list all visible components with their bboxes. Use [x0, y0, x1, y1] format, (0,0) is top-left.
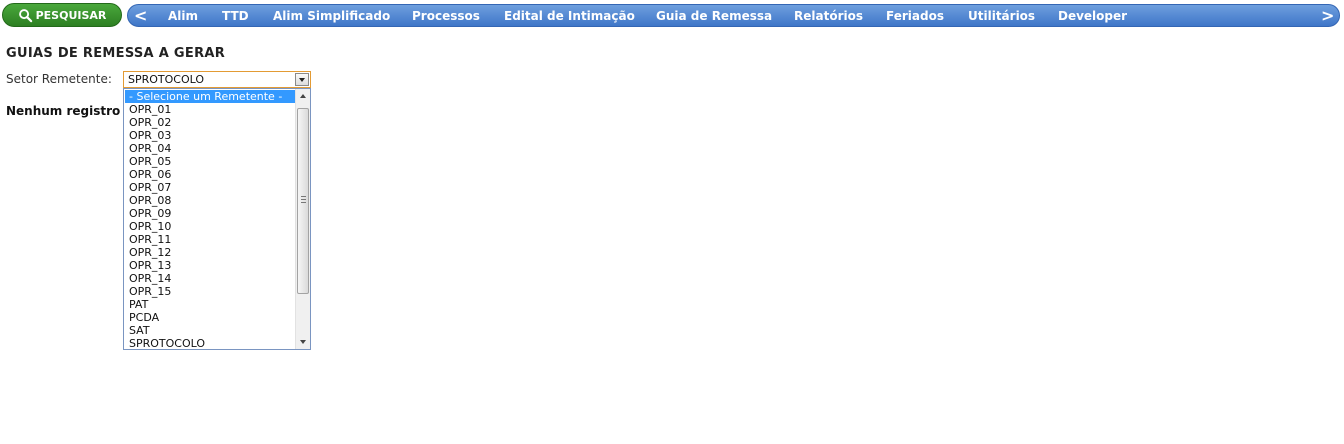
setor-remetente-label: Setor Remetente: [6, 72, 112, 86]
scrollbar-thumb[interactable] [297, 108, 309, 294]
dropdown-option[interactable]: OPR_11 [125, 233, 295, 246]
dropdown-option[interactable]: SPROTOCOLO [125, 337, 295, 349]
dropdown-option[interactable]: PCDA [125, 311, 295, 324]
grip-icon [301, 196, 306, 203]
magnifier-icon [18, 8, 32, 22]
setor-remetente-dropdown-list[interactable]: - Selecione um Remetente - OPR_01 OPR_02… [123, 88, 311, 350]
dropdown-option[interactable]: SAT [125, 324, 295, 337]
dropdown-option[interactable]: OPR_12 [125, 246, 295, 259]
nav-item-alim-simplificado[interactable]: Alim Simplificado [273, 9, 390, 24]
dropdown-option[interactable]: OPR_14 [125, 272, 295, 285]
dropdown-option[interactable]: OPR_15 [125, 285, 295, 298]
search-button-label: PESQUISAR [35, 8, 107, 22]
nav-item-ttd[interactable]: TTD [222, 9, 249, 24]
dropdown-option[interactable]: OPR_06 [125, 168, 295, 181]
nav-item-guia-de-remessa[interactable]: Guia de Remessa [656, 9, 772, 24]
dropdown-option[interactable]: OPR_01 [125, 103, 295, 116]
nav-item-feriados[interactable]: Feriados [886, 9, 944, 24]
nav-item-edital-de-intimacao[interactable]: Edital de Intimação [504, 9, 635, 24]
nav-item-utilitarios[interactable]: Utilitários [968, 9, 1035, 24]
chevron-down-icon[interactable] [295, 73, 309, 86]
nav-prev-arrow[interactable]: < [134, 6, 147, 26]
no-records-message: Nenhum registro e [6, 104, 133, 118]
dropdown-scrollbar[interactable] [295, 89, 310, 349]
dropdown-option[interactable]: OPR_05 [125, 155, 295, 168]
dropdown-option[interactable]: OPR_04 [125, 142, 295, 155]
page-title: GUIAS DE REMESSA A GERAR [6, 46, 226, 61]
nav-item-alim[interactable]: Alim [168, 9, 198, 24]
nav-item-developer[interactable]: Developer [1058, 9, 1127, 24]
dropdown-option-placeholder[interactable]: - Selecione um Remetente - [125, 90, 295, 103]
dropdown-option[interactable]: OPR_07 [125, 181, 295, 194]
scroll-down-arrow-icon[interactable] [296, 334, 310, 349]
main-nav-bar: < Alim TTD Alim Simplificado Processos E… [127, 4, 1340, 27]
dropdown-option[interactable]: OPR_13 [125, 259, 295, 272]
nav-item-relatorios[interactable]: Relatórios [794, 9, 863, 24]
dropdown-option[interactable]: OPR_09 [125, 207, 295, 220]
scroll-up-arrow-icon[interactable] [296, 89, 310, 104]
dropdown-option[interactable]: OPR_02 [125, 116, 295, 129]
dropdown-option[interactable]: PAT [125, 298, 295, 311]
dropdown-option[interactable]: OPR_10 [125, 220, 295, 233]
nav-next-arrow[interactable]: > [1321, 6, 1334, 26]
search-button[interactable]: PESQUISAR [2, 3, 122, 27]
select-current-value: SPROTOCOLO [128, 73, 205, 86]
setor-remetente-select[interactable]: SPROTOCOLO [123, 71, 311, 88]
nav-item-processos[interactable]: Processos [412, 9, 480, 24]
dropdown-option[interactable]: OPR_08 [125, 194, 295, 207]
dropdown-option[interactable]: OPR_03 [125, 129, 295, 142]
